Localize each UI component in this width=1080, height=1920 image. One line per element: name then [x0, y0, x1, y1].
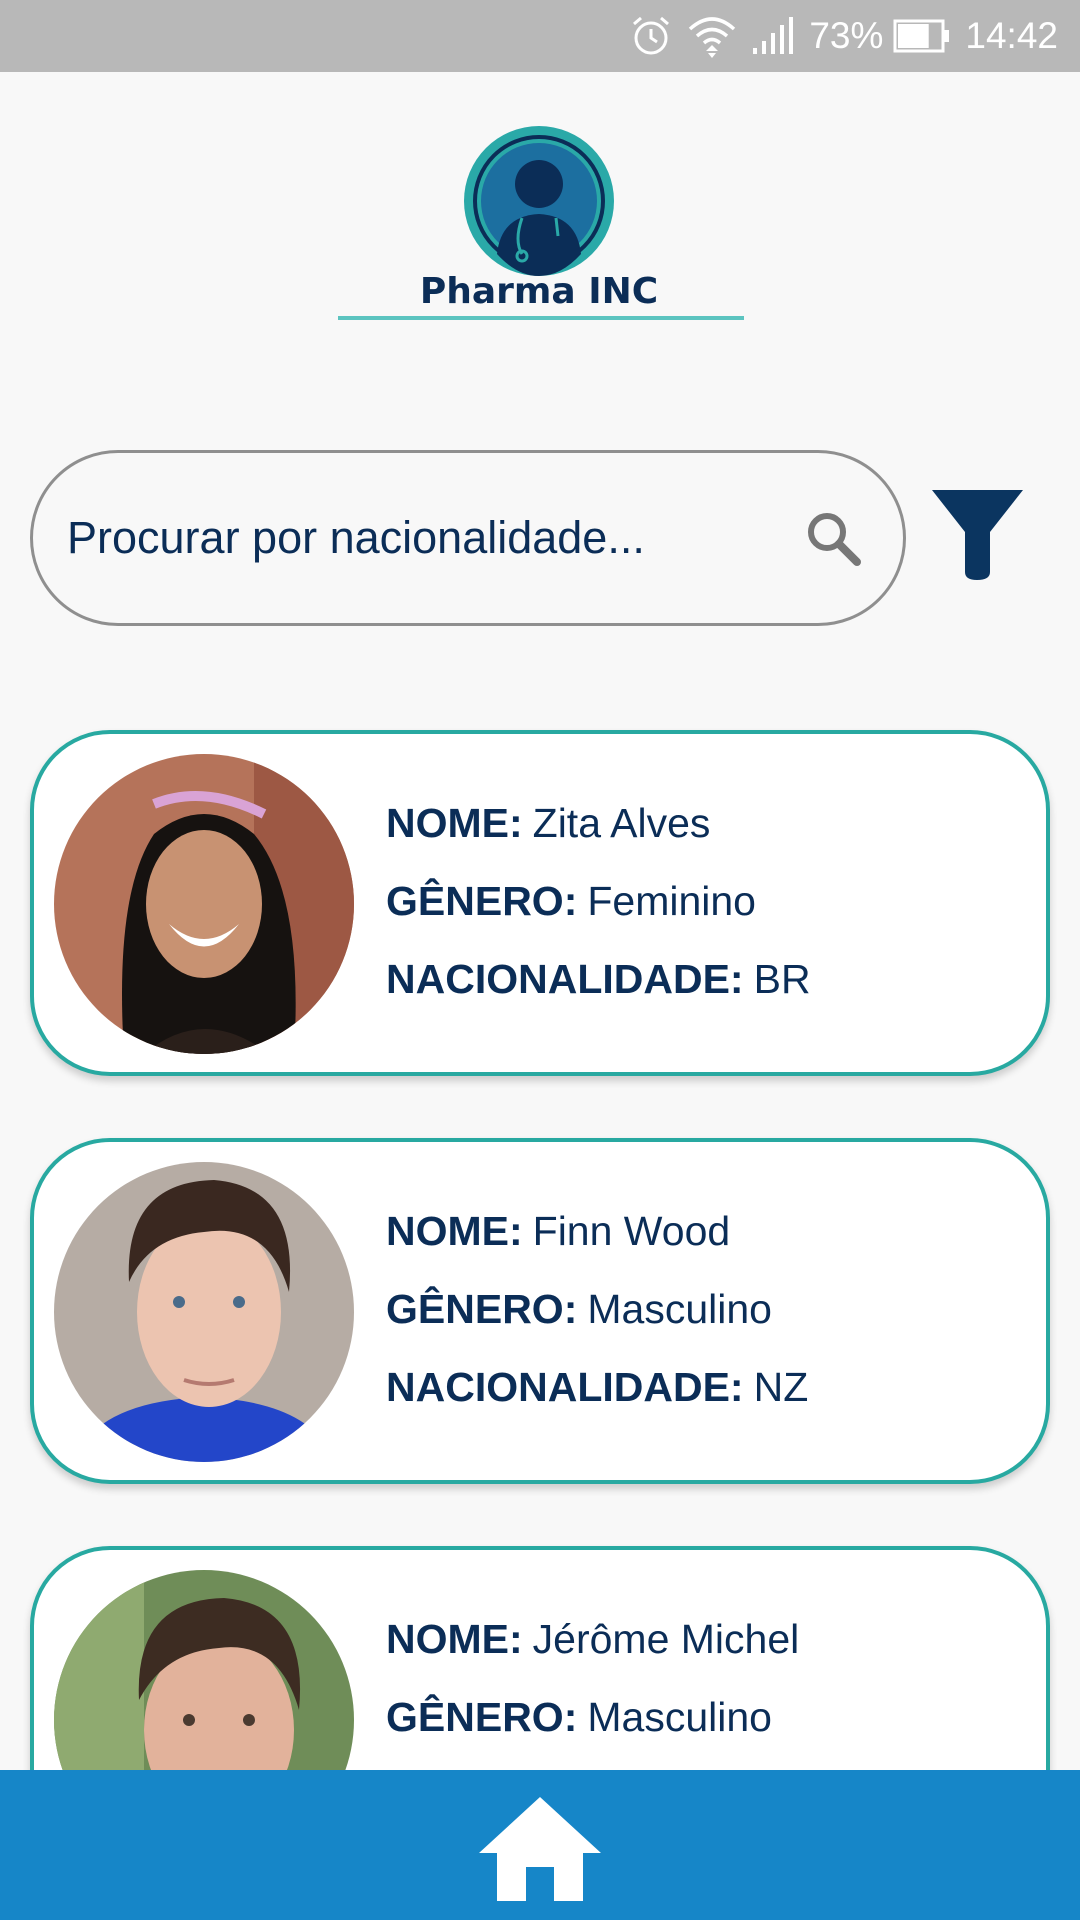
nationality-row: NACIONALIDADE: NZ — [386, 1364, 808, 1442]
patient-gender: Feminino — [587, 878, 756, 924]
gender-row: GÊNERO: Masculino — [386, 1286, 808, 1364]
patient-card[interactable]: NOME: Finn Wood GÊNERO: Masculino NACIONAL… — [30, 1138, 1050, 1484]
wifi-icon — [687, 13, 737, 59]
alarm-clock-icon — [629, 14, 673, 58]
patient-name: Jérôme Michel — [532, 1616, 800, 1662]
battery-icon — [893, 19, 951, 53]
gender-label: GÊNERO: — [386, 1694, 578, 1740]
name-row: NOME: Finn Wood — [386, 1208, 808, 1286]
search-input[interactable] — [67, 512, 803, 564]
name-row: NOME: Jérôme Michel — [386, 1616, 799, 1694]
patient-nationality: BR — [753, 956, 811, 1002]
logo-text: Pharma INC — [420, 271, 658, 312]
gender-row: GÊNERO: Feminino — [386, 878, 811, 956]
battery-percent: 73% — [809, 15, 884, 56]
filter-icon[interactable] — [930, 488, 1025, 580]
search-icon[interactable] — [803, 508, 863, 568]
clock-time: 14:42 — [965, 15, 1058, 56]
patient-card[interactable]: NOME: Zita Alves GÊNERO: Feminino NACIONAL… — [30, 730, 1050, 1076]
status-bar: 73% 14:42 — [0, 0, 1080, 72]
patient-name: Zita Alves — [532, 800, 711, 846]
gender-label: GÊNERO: — [386, 878, 578, 924]
search-bar — [30, 450, 906, 626]
bottom-nav — [0, 1770, 1080, 1920]
patient-nationality: NZ — [753, 1364, 809, 1410]
name-label: NOME: — [386, 800, 523, 846]
nationality-label: NACIONALIDADE: — [386, 1364, 744, 1410]
avatar — [54, 1162, 354, 1462]
patient-gender: Masculino — [587, 1286, 772, 1332]
avatar — [54, 754, 354, 1054]
name-label: NOME: — [386, 1616, 523, 1662]
gender-label: GÊNERO: — [386, 1286, 578, 1332]
nationality-row: NACIONALIDADE: BR — [386, 956, 811, 1034]
patient-gender: Masculino — [587, 1694, 772, 1740]
patient-name: Finn Wood — [532, 1208, 731, 1254]
nationality-label: NACIONALIDADE: — [386, 956, 744, 1002]
gender-row: GÊNERO: Masculino — [386, 1694, 799, 1772]
name-row: NOME: Zita Alves — [386, 800, 811, 878]
app-logo: Pharma INC — [336, 126, 746, 326]
name-label: NOME: — [386, 1208, 523, 1254]
battery-status: 73% — [809, 15, 951, 57]
home-icon[interactable] — [477, 1795, 603, 1903]
signal-icon — [751, 16, 795, 56]
